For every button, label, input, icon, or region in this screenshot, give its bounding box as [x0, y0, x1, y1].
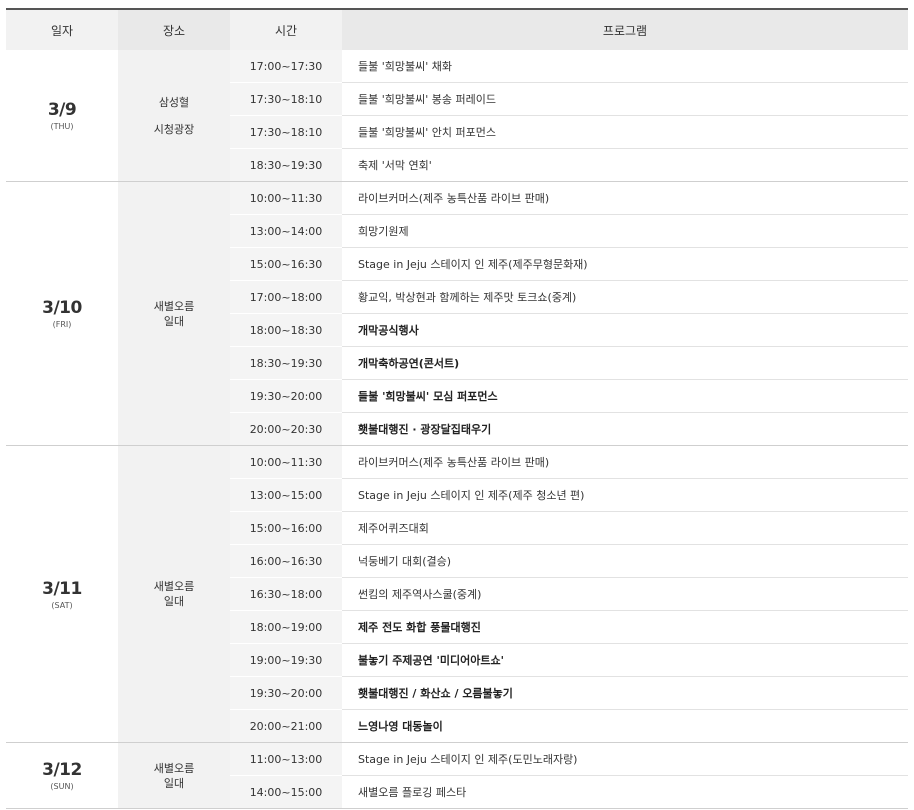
program-cell: 들불 '희망불씨' 안치 퍼포먼스 — [342, 115, 908, 149]
time-cell: 16:30~18:00 — [230, 577, 342, 611]
weekday-label: (FRI) — [52, 320, 72, 329]
date-value: 3/11 — [42, 578, 82, 599]
time-cell: 13:00~15:00 — [230, 478, 342, 512]
time-cell: 15:00~16:30 — [230, 247, 342, 281]
place-cell: 새별오름 일대 — [118, 742, 230, 809]
program-cell: 축제 '서막 연회' — [342, 148, 908, 182]
program-cell: 라이브커머스(제주 농특산품 라이브 판매) — [342, 445, 908, 479]
date-cell: 3/9 (THU) — [6, 50, 118, 182]
date-value: 3/10 — [42, 298, 82, 318]
date-cell: 3/10 (FRI) — [6, 181, 118, 446]
place-cell: 새별오름 일대 — [118, 181, 230, 446]
program-cell: 새별오름 플로깅 페스타 — [342, 775, 908, 809]
program-cell: 개막공식행사 — [342, 313, 908, 347]
schedule-container: 일자 장소 시간 프로그램 3/9 (THU) 삼성혈 시청광장 17:00~17:30… — [6, 8, 908, 809]
time-cell: 20:00~20:30 — [230, 412, 342, 446]
time-cell: 13:00~14:00 — [230, 214, 342, 248]
time-cell: 20:00~21:00 — [230, 709, 342, 743]
table-header: 일자 장소 시간 프로그램 — [6, 8, 908, 50]
time-cell: 18:30~19:30 — [230, 346, 342, 380]
time-cell: 17:00~17:30 — [230, 50, 342, 83]
time-cell: 18:00~18:30 — [230, 313, 342, 347]
program-cell: 희망기원제 — [342, 214, 908, 248]
table-row: 3/9 (THU) 삼성혈 시청광장 17:00~17:30 들불 '희망불씨' 채화 — [6, 50, 908, 182]
header-place: 장소 — [118, 8, 230, 50]
program-cell: 횃불대행진 · 광장달집태우기 — [342, 412, 908, 446]
header-date: 일자 — [6, 8, 118, 50]
program-cell: 들불 '희망불씨' 모심 퍼포먼스 — [342, 379, 908, 413]
place-label: 일대 — [163, 595, 185, 608]
weekday-label: (SUN) — [50, 782, 74, 791]
program-cell: 라이브커머스(제주 농특산품 라이브 판매) — [342, 181, 908, 215]
time-cell: 14:00~15:00 — [230, 775, 342, 809]
time-cell: 17:30~18:10 — [230, 115, 342, 149]
table-body: 3/9 (THU) 삼성혈 시청광장 17:00~17:30 들불 '희망불씨' 채화 17… — [6, 50, 908, 809]
table-row: 3/10 (FRI) 새별오름 일대 10:00~11:30 라이브커머스(제주 농특산품… — [6, 181, 908, 446]
program-cell: Stage in Jeju 스테이지 인 제주(제주무형문화재) — [342, 247, 908, 281]
time-cell: 16:00~16:30 — [230, 544, 342, 578]
time-cell: 18:30~19:30 — [230, 148, 342, 182]
table-row: 3/11 (SAT) 새별오름 일대 10:00~11:30 라이브커머스(제주 농특산품… — [6, 445, 908, 743]
date-cell: 3/12 (SUN) — [6, 742, 118, 809]
table-row: 3/12 (SUN) 새별오름 일대 11:00~13:00 Stage in Jeju … — [6, 742, 908, 809]
program-cell: 개막축하공연(콘서트) — [342, 346, 908, 380]
place-cell: 삼성혈시청광장 — [118, 50, 230, 182]
time-cell: 17:00~18:00 — [230, 280, 342, 314]
header-program: 프로그램 — [342, 8, 908, 50]
weekday-label: (THU) — [50, 122, 74, 131]
program-cell: Stage in Jeju 스테이지 인 제주(도민노래자랑) — [342, 742, 908, 776]
place-label: 일대 — [163, 314, 185, 328]
place-label: 일대 — [163, 776, 185, 790]
program-cell: Stage in Jeju 스테이지 인 제주(제주 청소년 편) — [342, 478, 908, 512]
place-cell: 새별오름일대 — [118, 445, 230, 743]
program-cell: 넉둥베기 대회(결승) — [342, 544, 908, 578]
time-cell: 15:00~16:00 — [230, 511, 342, 545]
place-label: 새별오름 — [153, 299, 195, 313]
time-cell: 19:00~19:30 — [230, 643, 342, 677]
time-cell: 10:00~11:30 — [230, 181, 342, 215]
date-value: 3/12 — [42, 760, 82, 780]
program-cell: 불놓기 주제공연 '미디어아트쇼' — [342, 643, 908, 677]
place-gap — [118, 110, 230, 122]
weekday-label: (SAT) — [51, 600, 73, 610]
program-cell: 느영나영 대동놀이 — [342, 709, 908, 743]
time-cell: 19:30~20:00 — [230, 676, 342, 710]
place-label: 새별오름 — [153, 761, 195, 775]
date-cell: 3/11 (SAT) — [6, 445, 118, 743]
time-cell: 10:00~11:30 — [230, 445, 342, 479]
time-cell: 17:30~18:10 — [230, 82, 342, 116]
time-cell: 11:00~13:00 — [230, 742, 342, 776]
program-cell: 제주어퀴즈대회 — [342, 511, 908, 545]
header-time: 시간 — [230, 8, 342, 50]
place-label: 새별오름 — [153, 580, 195, 593]
program-cell: 썬킴의 제주역사스쿨(중계) — [342, 577, 908, 611]
time-cell: 19:30~20:00 — [230, 379, 342, 413]
program-cell: 황교익, 박상현과 함께하는 제주맛 토크쇼(중계) — [342, 280, 908, 314]
date-value: 3/9 — [47, 100, 77, 120]
program-cell: 들불 '희망불씨' 채화 — [342, 50, 908, 83]
program-cell: 횃불대행진 / 화산쇼 / 오름불놓기 — [342, 676, 908, 710]
place-label: 삼성혈 — [158, 95, 190, 109]
program-cell: 들불 '희망불씨' 봉송 퍼레이드 — [342, 82, 908, 116]
time-cell: 18:00~19:00 — [230, 610, 342, 644]
place-label: 시청광장 — [153, 122, 195, 136]
program-cell: 제주 전도 화합 풍물대행진 — [342, 610, 908, 644]
schedule-table: 일자 장소 시간 프로그램 3/9 (THU) 삼성혈 시청광장 17:00~17:30… — [6, 8, 908, 809]
